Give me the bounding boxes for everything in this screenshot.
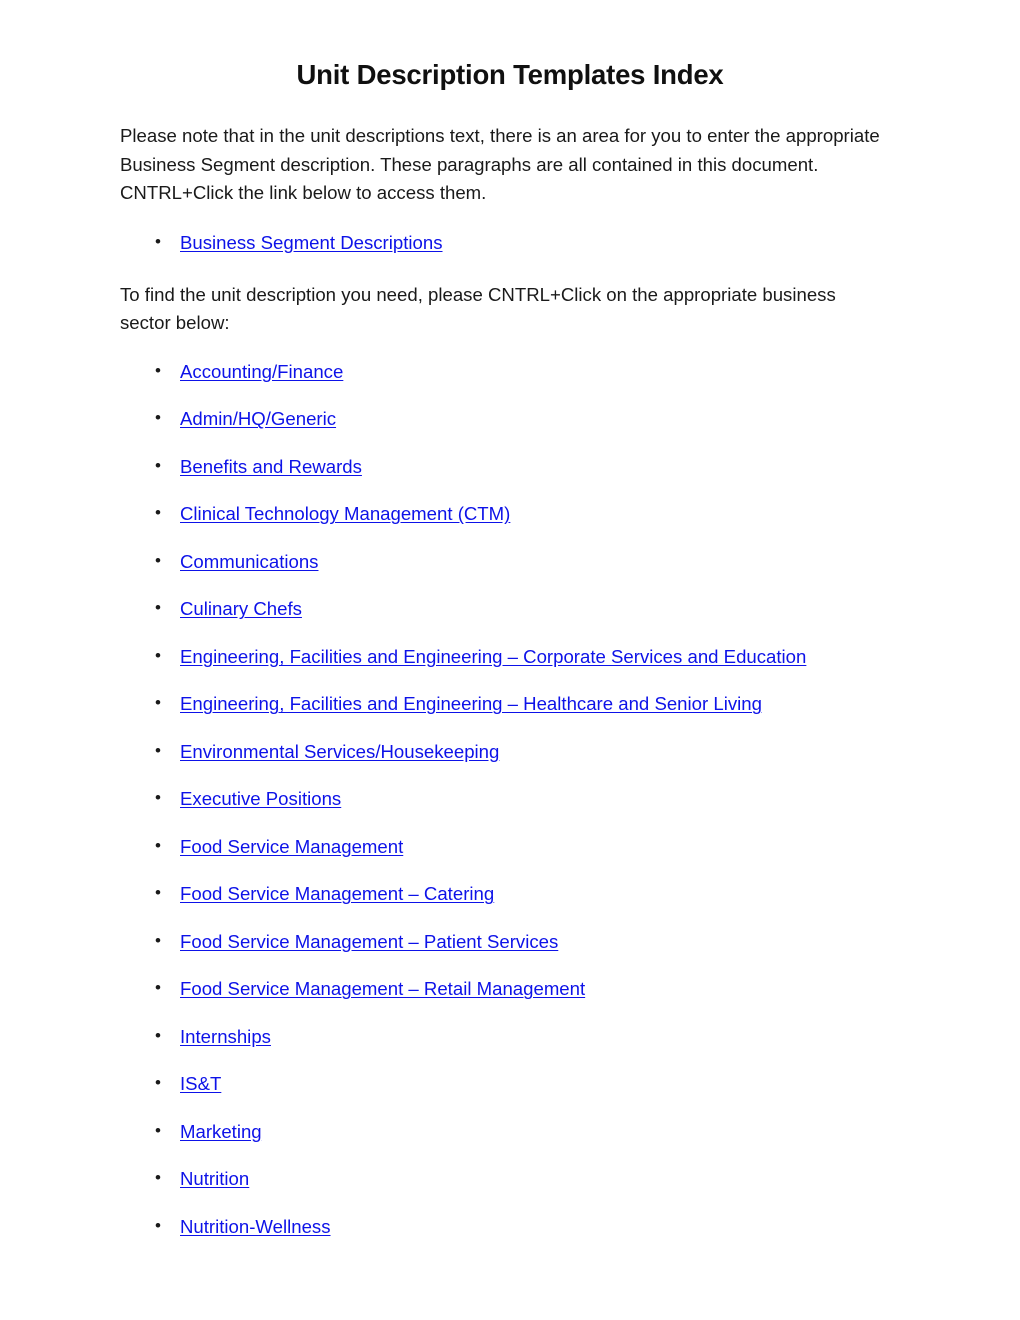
list-item: • Communications bbox=[120, 550, 882, 573]
link-executive-positions[interactable]: Executive Positions bbox=[180, 788, 341, 809]
bullet-icon: • bbox=[155, 598, 161, 618]
link-marketing[interactable]: Marketing bbox=[180, 1121, 262, 1142]
link-isandt[interactable]: IS&T bbox=[180, 1073, 221, 1094]
link-food-service-management[interactable]: Food Service Management bbox=[180, 836, 403, 857]
bullet-icon: • bbox=[155, 1168, 161, 1188]
bullet-icon: • bbox=[155, 835, 161, 855]
bullet-icon: • bbox=[155, 1120, 161, 1140]
page-title: Unit Description Templates Index bbox=[296, 59, 724, 90]
bullet-icon: • bbox=[155, 693, 161, 713]
bullet-icon: • bbox=[155, 231, 161, 251]
list-item: • Internships bbox=[120, 1025, 882, 1048]
list-item: • Food Service Management – Catering bbox=[120, 882, 882, 905]
bullet-icon: • bbox=[155, 408, 161, 428]
link-communications[interactable]: Communications bbox=[180, 551, 318, 572]
bullet-icon: • bbox=[155, 788, 161, 808]
bullet-icon: • bbox=[155, 645, 161, 665]
link-environmental-services-housekeeping[interactable]: Environmental Services/Housekeeping bbox=[180, 741, 499, 762]
link-food-service-management-retail-management[interactable]: Food Service Management – Retail Managem… bbox=[180, 978, 585, 999]
list-item: • Marketing bbox=[120, 1120, 882, 1143]
bullet-icon: • bbox=[155, 550, 161, 570]
intro-paragraph: Please note that in the unit description… bbox=[120, 125, 880, 204]
instructions-paragraph: To find the unit description you need, p… bbox=[120, 283, 836, 334]
list-item: • Nutrition-Wellness bbox=[120, 1215, 882, 1238]
list-item: • Food Service Management bbox=[120, 835, 882, 858]
bullet-icon: • bbox=[155, 503, 161, 523]
document-page: Unit Description Templates Index Please … bbox=[0, 0, 1020, 1320]
list-item: • Nutrition bbox=[120, 1167, 882, 1190]
document-body: Please note that in the unit description… bbox=[0, 122, 1020, 1238]
list-item: • Business Segment Descriptions bbox=[120, 231, 882, 254]
business-segment-link-list: • Business Segment Descriptions bbox=[120, 231, 882, 254]
list-item: • Benefits and Rewards bbox=[120, 455, 882, 478]
list-item: • Engineering, Facilities and Engineering… bbox=[120, 645, 882, 668]
link-accounting-finance[interactable]: Accounting/Finance bbox=[180, 361, 343, 382]
list-item: • Environmental Services/Housekeeping bbox=[120, 740, 882, 763]
list-item: • Food Service Management – Patient Servi… bbox=[120, 930, 882, 953]
link-benefits-and-rewards[interactable]: Benefits and Rewards bbox=[180, 456, 362, 477]
link-food-service-management-patient-services[interactable]: Food Service Management – Patient Servic… bbox=[180, 931, 558, 952]
link-business-segment-descriptions[interactable]: Business Segment Descriptions bbox=[180, 232, 443, 253]
bullet-icon: • bbox=[155, 1073, 161, 1093]
link-clinical-technology-management-ctm[interactable]: Clinical Technology Management (CTM) bbox=[180, 503, 510, 524]
list-item: • Engineering, Facilities and Engineering… bbox=[120, 692, 882, 715]
bullet-icon: • bbox=[155, 455, 161, 475]
bullet-icon: • bbox=[155, 930, 161, 950]
list-item: • Culinary Chefs bbox=[120, 597, 882, 620]
list-item: • Clinical Technology Management (CTM) bbox=[120, 502, 882, 525]
link-internships[interactable]: Internships bbox=[180, 1026, 271, 1047]
link-nutrition-wellness[interactable]: Nutrition-Wellness bbox=[180, 1216, 331, 1237]
link-nutrition[interactable]: Nutrition bbox=[180, 1168, 249, 1189]
bullet-icon: • bbox=[155, 978, 161, 998]
bullet-icon: • bbox=[155, 1215, 161, 1235]
link-engineering-facilities-and-engineering-corporate-services-and-education[interactable]: Engineering, Facilities and Engineering … bbox=[180, 646, 806, 667]
business-sector-link-list: • Accounting/Finance • Admin/HQ/Generic • Ben… bbox=[120, 360, 882, 1238]
bullet-icon: • bbox=[155, 360, 161, 380]
bullet-icon: • bbox=[155, 740, 161, 760]
list-item: • Executive Positions bbox=[120, 787, 882, 810]
list-item: • IS&T bbox=[120, 1072, 882, 1095]
list-item: • Accounting/Finance bbox=[120, 360, 882, 383]
link-culinary-chefs[interactable]: Culinary Chefs bbox=[180, 598, 302, 619]
link-engineering-facilities-and-engineering-healthcare-and-senior-living[interactable]: Engineering, Facilities and Engineering … bbox=[180, 693, 762, 714]
link-admin-hq-generic[interactable]: Admin/HQ/Generic bbox=[180, 408, 336, 429]
bullet-icon: • bbox=[155, 1025, 161, 1045]
link-food-service-management-catering[interactable]: Food Service Management – Catering bbox=[180, 883, 494, 904]
list-item: • Food Service Management – Retail Manage… bbox=[120, 977, 882, 1000]
list-item: • Admin/HQ/Generic bbox=[120, 407, 882, 430]
bullet-icon: • bbox=[155, 883, 161, 903]
